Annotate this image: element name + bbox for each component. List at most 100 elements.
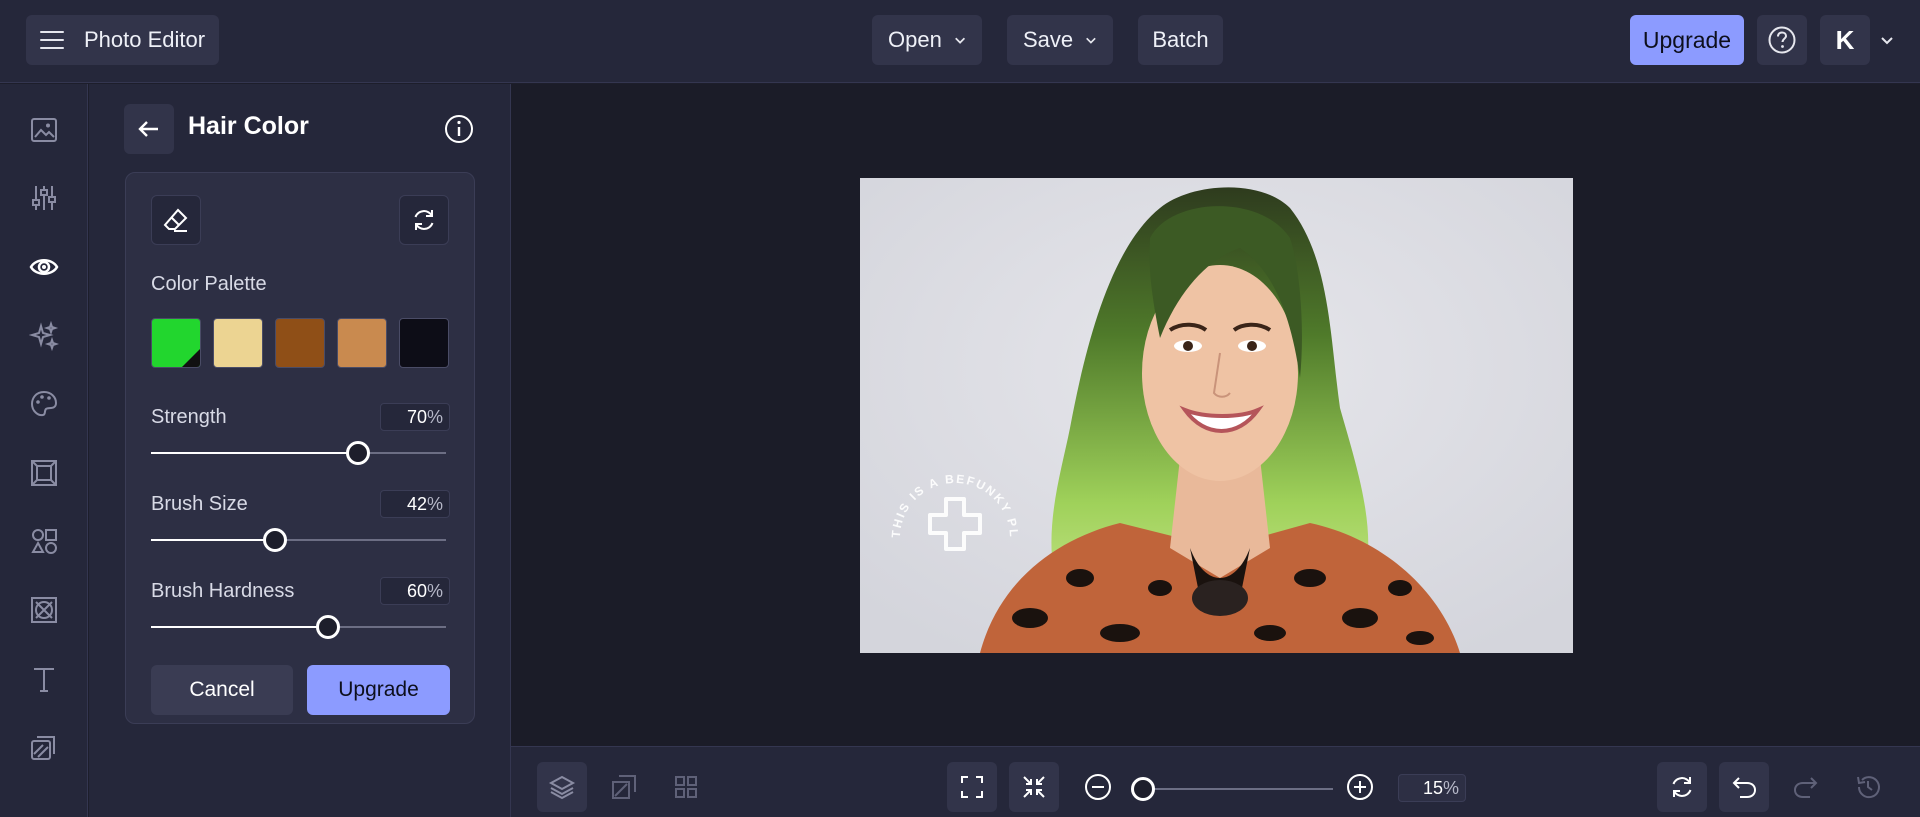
eraser-icon xyxy=(163,208,188,232)
arrow-left-icon xyxy=(138,121,158,137)
slider-track xyxy=(1133,788,1333,790)
selected-corner-indicator xyxy=(182,349,200,367)
zoom-unit: % xyxy=(1442,777,1459,798)
chevron-down-icon xyxy=(954,37,965,44)
refresh-icon xyxy=(1672,777,1692,797)
history-button[interactable] xyxy=(1843,762,1893,812)
swatch-black[interactable] xyxy=(399,318,449,368)
portrait-photo: THIS IS A BEFUNKY PLUS FEATURE xyxy=(860,178,1573,653)
eraser-button[interactable] xyxy=(151,195,201,245)
strength-slider[interactable] xyxy=(151,441,446,465)
strength-value: 70 xyxy=(406,406,427,427)
strength-unit: % xyxy=(426,406,443,427)
grid-icon xyxy=(675,776,697,798)
tool-touch-up[interactable] xyxy=(24,247,64,287)
canvas-area: THIS IS A BEFUNKY PLUS FEATURE xyxy=(511,84,1920,746)
swatch-caramel[interactable] xyxy=(337,318,387,368)
batch-label: Batch xyxy=(1152,27,1209,52)
upgrade-button[interactable]: Upgrade xyxy=(1630,15,1744,65)
bottom-toolbar: 15% xyxy=(511,746,1920,817)
brush-hardness-value-field[interactable]: 60% xyxy=(380,577,450,605)
zoom-value-field[interactable]: 15% xyxy=(1398,774,1466,802)
grid-view-button[interactable] xyxy=(661,762,711,812)
shapes-icon xyxy=(31,529,57,554)
brush-size-slider[interactable] xyxy=(151,528,446,552)
brush-hardness-unit: % xyxy=(426,580,443,601)
save-menu-button[interactable]: Save xyxy=(1007,15,1113,65)
fit-screen-button[interactable] xyxy=(947,762,997,812)
palette-icon xyxy=(30,390,58,417)
tool-textures[interactable] xyxy=(24,727,64,767)
brush-hardness-slider[interactable] xyxy=(151,615,446,639)
swatch-green[interactable] xyxy=(151,318,201,368)
slider-thumb[interactable] xyxy=(1131,777,1155,801)
back-button[interactable] xyxy=(124,104,174,154)
redo-button[interactable] xyxy=(1781,762,1831,812)
slider-thumb[interactable] xyxy=(345,441,370,465)
slider-thumb[interactable] xyxy=(316,615,340,639)
zoom-value: 15 xyxy=(1422,777,1443,798)
eye-icon xyxy=(29,259,59,275)
color-palette-label: Color Palette xyxy=(151,273,267,295)
top-bar: Photo Editor Open Save Batch Upgrade K xyxy=(0,0,1920,83)
account-chevron-down-icon[interactable] xyxy=(1880,33,1894,47)
swatch-blonde[interactable] xyxy=(213,318,263,368)
overlay-icon xyxy=(31,597,57,623)
brush-hardness-value: 60 xyxy=(406,580,427,601)
compare-button[interactable] xyxy=(599,762,649,812)
help-button[interactable] xyxy=(1757,15,1807,65)
actual-size-button[interactable] xyxy=(1009,762,1059,812)
frame-icon xyxy=(31,460,57,486)
slider-thumb[interactable] xyxy=(262,528,287,552)
slider-fill xyxy=(151,452,358,454)
main-menu-button[interactable]: Photo Editor xyxy=(26,15,219,65)
undo-button[interactable] xyxy=(1719,762,1769,812)
strength-label: Strength xyxy=(151,406,227,428)
hamburger-icon xyxy=(40,31,64,49)
rotate-button[interactable] xyxy=(1657,762,1707,812)
compare-icon xyxy=(612,775,636,799)
open-menu-label: Open xyxy=(888,27,942,52)
app-title: Photo Editor xyxy=(84,27,206,52)
brush-size-unit: % xyxy=(426,493,443,514)
batch-button[interactable]: Batch xyxy=(1138,15,1223,65)
slider-fill xyxy=(151,626,328,628)
brush-hardness-label: Brush Hardness xyxy=(151,580,295,602)
tool-overlays[interactable] xyxy=(24,590,64,630)
save-menu-label: Save xyxy=(1023,27,1074,52)
brush-size-label: Brush Size xyxy=(151,493,248,515)
tool-text[interactable] xyxy=(24,659,64,699)
undo-icon xyxy=(1732,777,1757,798)
layers-icon xyxy=(548,775,576,800)
tool-effects[interactable] xyxy=(24,316,64,356)
tool-frames[interactable] xyxy=(24,453,64,493)
reset-button[interactable] xyxy=(399,195,449,245)
avatar[interactable]: K xyxy=(1820,15,1870,65)
brush-size-value-field[interactable]: 42% xyxy=(380,490,450,518)
strength-value-field[interactable]: 70% xyxy=(380,403,450,431)
help-icon xyxy=(1768,26,1796,54)
cancel-button[interactable]: Cancel xyxy=(151,665,293,715)
avatar-initial: K xyxy=(1835,24,1855,55)
hair-color-panel: Hair Color Color Palette Strength 70% Br… xyxy=(89,84,511,817)
tool-image[interactable] xyxy=(24,110,64,150)
sliders-icon xyxy=(32,186,56,210)
shrink-icon xyxy=(1023,776,1045,798)
tool-adjust[interactable] xyxy=(24,178,64,218)
slider-fill xyxy=(151,539,275,541)
redo-icon xyxy=(1793,777,1818,798)
swatch-brown[interactable] xyxy=(275,318,325,368)
zoom-in-icon[interactable] xyxy=(1346,773,1374,801)
info-icon[interactable] xyxy=(443,113,475,145)
text-icon xyxy=(34,668,54,692)
tool-graphics[interactable] xyxy=(24,521,64,561)
apply-upgrade-button[interactable]: Upgrade xyxy=(307,665,450,715)
hair-color-settings-card: Color Palette Strength 70% Brush Size 42… xyxy=(125,172,475,724)
zoom-out-icon[interactable] xyxy=(1084,773,1112,801)
zoom-slider[interactable] xyxy=(1131,777,1333,801)
open-menu-button[interactable]: Open xyxy=(872,15,982,65)
layers-button[interactable] xyxy=(537,762,587,812)
sparkles-icon xyxy=(29,321,59,351)
tool-artsy[interactable] xyxy=(24,384,64,424)
photo-canvas[interactable]: THIS IS A BEFUNKY PLUS FEATURE xyxy=(860,178,1573,653)
